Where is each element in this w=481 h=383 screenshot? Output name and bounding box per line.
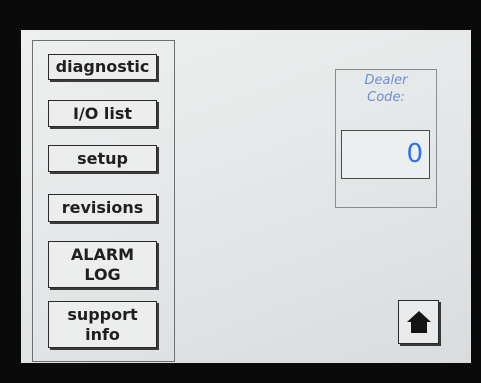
setup-button[interactable]: setup: [48, 145, 157, 172]
alarm-log-button[interactable]: ALARM LOG: [48, 241, 157, 288]
support-info-button[interactable]: support info: [48, 301, 157, 348]
dealer-code-label: Dealer Code:: [364, 73, 408, 105]
io-list-button[interactable]: I/O list: [48, 100, 157, 127]
menu-panel: diagnostic I/O list setup revisions ALAR…: [32, 40, 175, 362]
revisions-button[interactable]: revisions: [48, 194, 157, 222]
touch-screen: diagnostic I/O list setup revisions ALAR…: [21, 30, 471, 363]
device-bezel: diagnostic I/O list setup revisions ALAR…: [0, 0, 481, 383]
diagnostic-button[interactable]: diagnostic: [48, 54, 157, 80]
dealer-code-panel: Dealer Code: 0: [335, 69, 437, 208]
home-icon: [406, 311, 431, 333]
dealer-code-field[interactable]: 0: [341, 130, 430, 179]
home-button[interactable]: [398, 300, 439, 344]
